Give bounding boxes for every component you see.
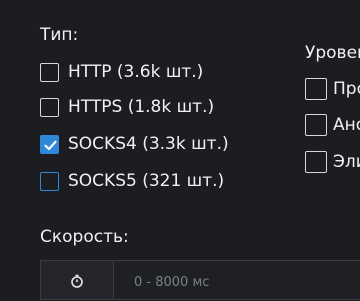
checkbox-label: HTTP (3.6k шт.) bbox=[68, 62, 204, 82]
checkbox-label: SOCKS4 (3.3k шт.) bbox=[68, 134, 229, 154]
stopwatch-icon bbox=[71, 274, 83, 288]
checkbox-box[interactable] bbox=[40, 171, 59, 191]
checkbox-label: Ано bbox=[333, 115, 360, 135]
speed-title: Скорость: bbox=[40, 227, 129, 247]
checkbox-box-checked[interactable] bbox=[40, 134, 59, 154]
checkbox-socks4[interactable]: SOCKS4 (3.3k шт.) bbox=[40, 133, 229, 155]
speed-icon-cell bbox=[41, 261, 114, 299]
checkbox-http[interactable]: HTTP (3.6k шт.) bbox=[40, 61, 203, 83]
checkbox-level-1[interactable]: Про bbox=[305, 78, 360, 100]
speed-filter bbox=[40, 260, 360, 301]
checkbox-level-2[interactable]: Ано bbox=[305, 114, 360, 136]
checkbox-label: HTTPS (1.8k шт.) bbox=[68, 97, 215, 117]
type-title: Тип: bbox=[40, 25, 79, 45]
checkbox-box[interactable] bbox=[305, 151, 327, 173]
checkbox-https[interactable]: HTTPS (1.8k шт.) bbox=[40, 96, 214, 118]
checkbox-label: Про bbox=[333, 79, 360, 99]
checkbox-box[interactable] bbox=[40, 97, 59, 117]
checkbox-level-3[interactable]: Эли bbox=[305, 151, 360, 173]
speed-input[interactable] bbox=[114, 261, 354, 301]
checkbox-label: Эли bbox=[333, 152, 360, 172]
checkbox-box[interactable] bbox=[305, 114, 327, 136]
checkbox-box[interactable] bbox=[40, 62, 59, 82]
checkbox-box[interactable] bbox=[305, 78, 327, 100]
level-title: Уровен bbox=[305, 43, 360, 63]
checkbox-socks5[interactable]: SOCKS5 (321 шт.) bbox=[40, 170, 224, 192]
checkbox-label: SOCKS5 (321 шт.) bbox=[68, 171, 225, 191]
checkmark-icon bbox=[44, 140, 57, 150]
